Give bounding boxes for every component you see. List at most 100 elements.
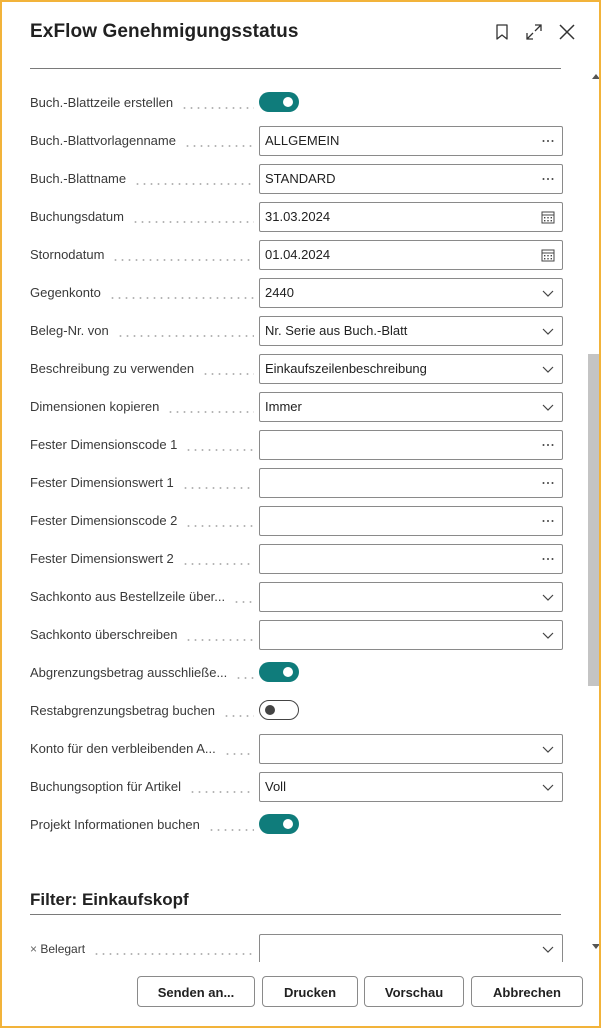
chevron-down-icon[interactable] (540, 741, 556, 757)
label-dots (167, 411, 254, 413)
toggle-switch[interactable] (259, 814, 299, 834)
field-label: Restabgrenzungsbetrag buchen (30, 703, 216, 718)
field-value[interactable]: STANDARD (265, 165, 336, 193)
dropdown-field[interactable]: Immer (259, 392, 563, 422)
field-label: Fester Dimensionscode 2 (30, 513, 178, 528)
more-options-icon[interactable] (540, 475, 556, 491)
more-options-icon[interactable] (540, 513, 556, 529)
toggle-knob (265, 704, 275, 715)
chevron-down-icon[interactable] (540, 627, 556, 643)
field-row: Buch.-Blattvorlagenname ALLGEMEIN (30, 126, 563, 156)
field-label: Fester Dimensionscode 1 (30, 437, 178, 452)
field-label: Stornodatum (30, 247, 105, 262)
field-row: Fester Dimensionscode 1 (30, 430, 563, 460)
field-row: Sachkonto aus Bestellzeile über... (30, 582, 563, 612)
filter-row-belegart: × Belegart (30, 934, 563, 962)
field-label: Fester Dimensionswert 2 (30, 551, 174, 566)
date-field[interactable]: 31.03.2024 (259, 202, 563, 232)
label-dots (132, 221, 254, 223)
dropdown-field[interactable] (259, 734, 563, 764)
dropdown-field[interactable] (259, 582, 563, 612)
bookmark-icon[interactable] (492, 22, 512, 42)
dropdown-field[interactable]: Einkaufszeilenbeschreibung (259, 354, 563, 384)
send-to-button[interactable]: Senden an... (137, 976, 255, 1007)
dialog-content[interactable]: ExFlow Genehmigungsstatus Buch.-Blattzei… (2, 2, 599, 962)
field-row: Fester Dimensionswert 1 (30, 468, 563, 498)
field-label: Sachkonto überschreiben (30, 627, 178, 642)
more-options-icon[interactable] (540, 171, 556, 187)
label-dots (182, 487, 254, 489)
label-dots (202, 373, 254, 375)
cancel-button[interactable]: Abbrechen (471, 976, 583, 1007)
filter-belegart-select[interactable] (259, 934, 563, 962)
label-dots (208, 829, 254, 831)
field-value[interactable]: Voll (265, 773, 286, 801)
dropdown-field[interactable]: Nr. Serie aus Buch.-Blatt (259, 316, 563, 346)
field-row: Buch.-Blattzeile erstellen (30, 88, 562, 118)
calendar-icon[interactable] (540, 209, 556, 225)
field-row: Konto für den verbleibenden A... (30, 734, 563, 764)
chevron-down-icon[interactable] (540, 361, 556, 377)
field-value[interactable]: 01.04.2024 (265, 241, 330, 269)
field-row: Abgrenzungsbetrag ausschließe... (30, 658, 562, 688)
label-dots (117, 335, 254, 337)
chevron-down-icon[interactable] (540, 589, 556, 605)
toggle-switch[interactable] (259, 662, 299, 682)
preview-button[interactable]: Vorschau (364, 976, 464, 1007)
chevron-down-icon[interactable] (540, 399, 556, 415)
dropdown-field[interactable]: Voll (259, 772, 563, 802)
label-dots (189, 791, 254, 793)
more-options-icon[interactable] (540, 437, 556, 453)
field-label: Beleg-Nr. von (30, 323, 109, 338)
filter-separator (30, 914, 561, 915)
close-icon[interactable] (557, 22, 577, 42)
more-options-icon[interactable] (540, 551, 556, 567)
label-dots (224, 753, 254, 755)
field-label: Abgrenzungsbetrag ausschließe... (30, 665, 228, 680)
date-field[interactable]: 01.04.2024 (259, 240, 563, 270)
toggle-switch[interactable] (259, 92, 299, 112)
field-value[interactable]: 2440 (265, 279, 294, 307)
chevron-down-icon[interactable] (540, 323, 556, 339)
print-button[interactable]: Drucken (262, 976, 358, 1007)
lookup-field[interactable] (259, 506, 563, 536)
filter-field-label: × Belegart (30, 934, 85, 962)
lookup-field[interactable]: ALLGEMEIN (259, 126, 563, 156)
field-value[interactable]: Nr. Serie aus Buch.-Blatt (265, 317, 407, 345)
scrollbar-thumb[interactable] (588, 354, 599, 686)
label-dots (112, 259, 254, 261)
field-value[interactable]: Einkaufszeilenbeschreibung (265, 355, 427, 383)
field-label: Buchungsoption für Artikel (30, 779, 182, 794)
field-label: Buchungsdatum (30, 209, 124, 224)
lookup-field[interactable] (259, 468, 563, 498)
toggle-switch[interactable] (259, 700, 299, 720)
scroll-up-arrow-icon[interactable] (591, 69, 599, 79)
dropdown-field[interactable] (259, 620, 563, 650)
field-row: Fester Dimensionscode 2 (30, 506, 563, 536)
lookup-field[interactable] (259, 430, 563, 460)
calendar-icon[interactable] (540, 247, 556, 263)
label-dots (185, 449, 254, 451)
remove-filter-icon[interactable]: × (30, 942, 37, 956)
chevron-down-icon[interactable] (540, 941, 556, 957)
label-dots (93, 953, 254, 955)
chevron-down-icon[interactable] (540, 285, 556, 301)
label-dots (235, 677, 254, 679)
more-options-icon[interactable] (540, 133, 556, 149)
toggle-knob (283, 97, 293, 107)
lookup-field[interactable] (259, 544, 563, 574)
field-value[interactable]: ALLGEMEIN (265, 127, 339, 155)
field-row: Projekt Informationen buchen (30, 810, 562, 840)
field-value[interactable]: Immer (265, 393, 302, 421)
label-dots (185, 639, 254, 641)
field-value[interactable]: 31.03.2024 (265, 203, 330, 231)
field-row: Dimensionen kopieren Immer (30, 392, 563, 422)
scroll-down-arrow-icon[interactable] (591, 938, 599, 949)
field-row: Buchungsoption für Artikel Voll (30, 772, 563, 802)
expand-icon[interactable] (524, 22, 544, 42)
field-row: Buch.-Blattname STANDARD (30, 164, 563, 194)
chevron-down-icon[interactable] (540, 779, 556, 795)
lookup-field[interactable]: STANDARD (259, 164, 563, 194)
field-label: Buch.-Blattvorlagenname (30, 133, 176, 148)
dropdown-field[interactable]: 2440 (259, 278, 563, 308)
